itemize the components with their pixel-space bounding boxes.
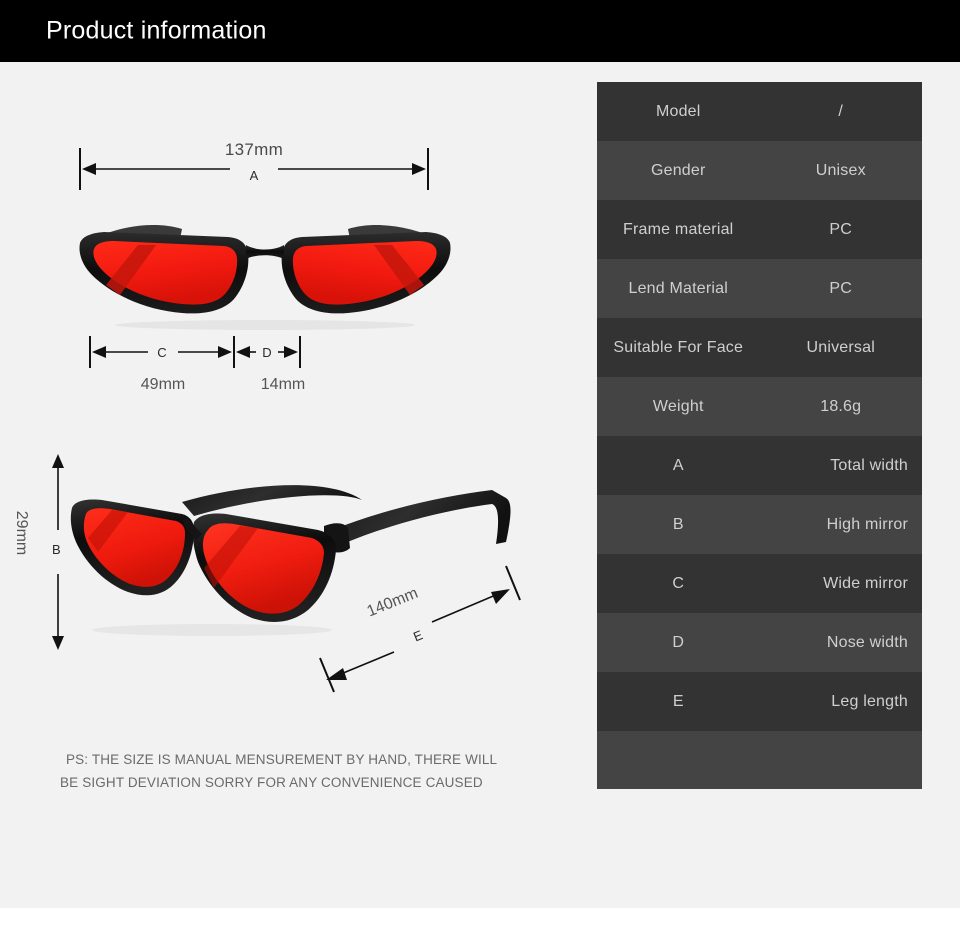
disclaimer-line-1: PS: THE SIZE IS MANUAL MENSUREMENT BY HA… <box>66 752 498 767</box>
spec-key: C <box>672 574 685 592</box>
table-row: Weight 18.6g <box>597 377 922 436</box>
spec-key: Gender <box>650 161 706 179</box>
sunglasses-front-view <box>60 207 470 332</box>
table-row: E Leg length <box>597 672 922 731</box>
spec-value: Leg length <box>831 692 908 710</box>
spec-key: E <box>672 692 684 710</box>
spec-value: Total width <box>830 456 908 474</box>
table-row <box>597 731 922 789</box>
dimension-e-arrow-icon <box>319 565 521 693</box>
page-header: Product information <box>0 0 960 62</box>
spec-value: 18.6g <box>820 397 862 415</box>
table-row: Gender Unisex <box>597 141 922 200</box>
table-row: D Nose width <box>597 613 922 672</box>
spec-value: Universal <box>806 338 875 356</box>
dimension-b-letter: B <box>52 542 61 557</box>
spec-value: Wide mirror <box>823 574 908 592</box>
spec-key: Suitable For Face <box>613 338 744 356</box>
dimension-c-value: 49mm <box>140 376 186 393</box>
dimension-a-value: 137mm <box>224 140 284 159</box>
specification-table: Model / Gender Unisex Frame material PC Lend M… <box>597 82 922 789</box>
dimension-e: 140mm E <box>310 562 535 697</box>
dimension-d-value: 14mm <box>260 376 306 393</box>
spec-value: Nose width <box>826 633 908 651</box>
spec-value: Unisex <box>815 161 866 179</box>
table-row: Suitable For Face Universal <box>597 318 922 377</box>
diagram-area: 137mm A C D 49mm 14mm 29mm B 140mm E PS:… <box>0 62 590 908</box>
spec-key: Weight <box>652 397 704 415</box>
product-information-page: Product information 137mm A C D 49mm 14m… <box>0 0 960 908</box>
measurement-disclaimer: PS: THE SIZE IS MANUAL MENSUREMENT BY HA… <box>60 748 536 794</box>
spec-value: High mirror <box>826 515 908 533</box>
dimension-a-letter: A <box>249 168 259 183</box>
svg-text:C: C <box>157 345 166 360</box>
dimension-cd-arrow-icon: C D <box>89 336 301 368</box>
spec-value: PC <box>829 220 853 238</box>
table-row: Lend Material PC <box>597 259 922 318</box>
spec-key: D <box>672 633 685 651</box>
spec-key: Model <box>655 102 701 120</box>
table-row: A Total width <box>597 436 922 495</box>
spec-value: / <box>838 102 844 120</box>
svg-text:D: D <box>262 345 271 360</box>
dimension-a: 137mm A <box>78 140 430 198</box>
table-row: Frame material PC <box>597 200 922 259</box>
spec-value: PC <box>829 279 853 297</box>
disclaimer-line-2: BE SIGHT DEVIATION SORRY FOR ANY CONVENI… <box>60 775 483 790</box>
spec-key: Frame material <box>623 220 734 238</box>
table-row: C Wide mirror <box>597 554 922 613</box>
page-title: Product information <box>46 16 267 45</box>
dimension-b-value: 29mm <box>13 510 30 556</box>
spec-key: B <box>672 515 684 533</box>
dimension-cd-group: C D 49mm 14mm <box>88 334 308 404</box>
table-row: B High mirror <box>597 495 922 554</box>
table-row: Model / <box>597 82 922 141</box>
spec-key: A <box>672 456 684 474</box>
spec-key: Lend Material <box>628 279 729 297</box>
